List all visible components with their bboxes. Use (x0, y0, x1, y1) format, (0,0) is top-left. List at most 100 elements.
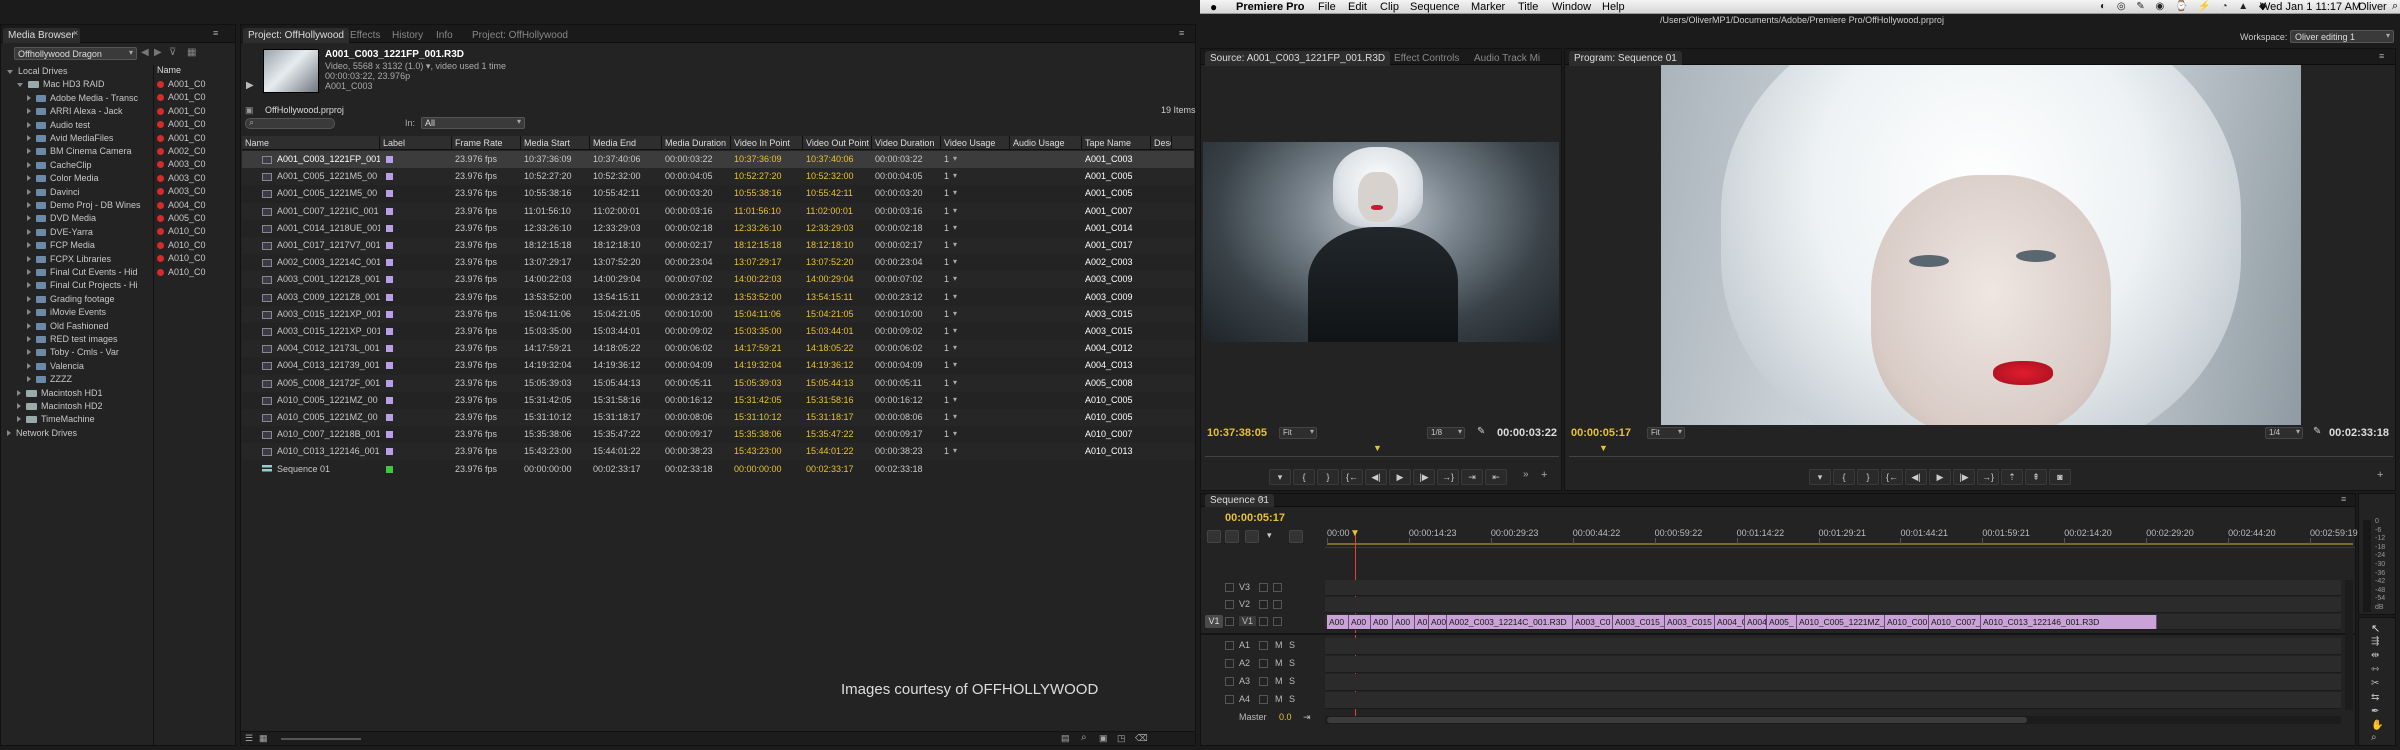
chevron-down-icon[interactable]: ▾ (953, 326, 957, 335)
column-header[interactable]: Video Out Point (803, 136, 872, 150)
new-bin-icon[interactable]: ▣ (1099, 733, 1108, 744)
panel-menu-icon[interactable]: ≡ (1179, 28, 1184, 38)
label-color-swatch[interactable] (386, 242, 393, 249)
track-label-a3[interactable]: A3 (1239, 676, 1250, 686)
sync-lock-icon[interactable] (1225, 695, 1234, 704)
sync-lock-icon[interactable] (1225, 617, 1234, 626)
tree-item[interactable]: FCP Media (27, 239, 95, 252)
mark-in-button[interactable]: { (1833, 469, 1855, 485)
clip-thumbnail[interactable]: ▶ (246, 49, 319, 93)
workspace-select[interactable]: Oliver editing 1 ▾ (2290, 30, 2394, 43)
column-header[interactable]: Media Duration (662, 136, 731, 150)
linked-selection-icon[interactable] (1245, 530, 1259, 543)
solo-button[interactable]: S (1289, 658, 1295, 668)
disclosure-triangle-icon[interactable] (17, 83, 23, 88)
program-fit-select[interactable]: Fit ▾ (1647, 427, 1685, 439)
track-label-v2[interactable]: V2 (1239, 599, 1250, 609)
menu-marker[interactable]: Marker (1471, 1, 1505, 13)
timeline-clip[interactable]: A010_C005_1221MZ_ (1797, 615, 1885, 629)
add-marker-button[interactable]: ▾ (1809, 469, 1831, 485)
file-item[interactable]: A003_C0 (157, 185, 206, 198)
file-item[interactable]: A003_C0 (157, 172, 206, 185)
file-item[interactable]: A001_C0 (157, 132, 206, 145)
lift-button[interactable]: ⇡ (2001, 469, 2023, 485)
rate-stretch-tool-icon[interactable]: ⇿ (2371, 664, 2379, 675)
timeline-clip[interactable]: A003_C0 (1573, 615, 1613, 629)
disclosure-triangle-icon[interactable] (27, 161, 31, 168)
label-color-swatch[interactable] (386, 362, 393, 370)
tree-item[interactable]: Adobe Media - Transc (27, 92, 138, 105)
sync-lock-icon[interactable] (1225, 677, 1234, 686)
zoom-slider[interactable] (281, 738, 361, 740)
file-item[interactable]: A010_C0 (157, 225, 206, 238)
table-row[interactable]: A001_C017_1217V7_001 23.976 fps 18:12:15:1… (242, 237, 1194, 254)
lane-v2[interactable] (1325, 597, 2341, 613)
source-time-ruler[interactable]: ▼ (1205, 443, 1559, 457)
table-row[interactable]: A004_C012_12173L_001 23.976 fps 14:17:59:2… (242, 340, 1194, 358)
chevron-down-icon[interactable]: ▾ (953, 412, 957, 421)
table-row[interactable]: A010_C005_1221MZ_00 23.976 fps 15:31:10:12… (242, 409, 1194, 426)
settings-wrench-icon[interactable]: ✎ (1477, 426, 1485, 437)
tree-item[interactable]: Mac HD3 RAID (17, 78, 105, 91)
eye-icon[interactable] (1273, 617, 1282, 626)
timeline-clip[interactable]: A00 (1393, 615, 1415, 629)
step-forward-button[interactable]: |▶ (1953, 469, 1975, 485)
mark-out-button[interactable]: } (1857, 469, 1879, 485)
menu-sequence[interactable]: Sequence (1410, 1, 1460, 13)
mute-button[interactable]: M (1275, 676, 1283, 686)
app-menu[interactable]: Premiere Pro (1236, 1, 1304, 13)
search-icon[interactable]: ⌕ (2392, 0, 2398, 13)
go-to-out-button[interactable]: →} (1437, 469, 1459, 485)
label-color-swatch[interactable] (386, 448, 393, 456)
settings-wrench-icon[interactable]: ✎ (2313, 426, 2321, 437)
table-row[interactable]: A010_C005_1221MZ_00 23.976 fps 15:31:42:05… (242, 391, 1194, 409)
chevron-down-icon[interactable]: ▾ (953, 292, 957, 301)
eye-icon[interactable] (1273, 600, 1282, 609)
tree-item[interactable]: Final Cut Events - Hid (27, 266, 138, 279)
program-timecode[interactable]: 00:00:05:17 (1571, 427, 1631, 439)
disclosure-triangle-icon[interactable] (27, 135, 31, 141)
disclosure-triangle-icon[interactable] (27, 228, 31, 235)
apple-icon[interactable]: ● (1210, 0, 1217, 14)
timeline-clip[interactable]: A010_C00 (1885, 615, 1929, 629)
file-item[interactable]: A001_C0 (157, 105, 206, 118)
list-view-icon[interactable]: ☰ (245, 733, 253, 744)
tree-item[interactable]: CacheClip (27, 159, 92, 172)
tree-item[interactable]: Avid MediaFiles (27, 132, 113, 145)
timeline-clip[interactable]: A005_ (1767, 615, 1797, 629)
source-ratio-select[interactable]: 1/8 ▾ (1427, 427, 1465, 439)
timeline-clip[interactable]: A004 (1745, 615, 1767, 629)
chevron-down-icon[interactable]: ▾ (953, 223, 957, 232)
tree-item[interactable]: BM Cinema Camera (27, 145, 132, 158)
label-color-swatch[interactable] (386, 276, 393, 284)
timeline-scrollbar[interactable] (1325, 716, 2341, 724)
step-back-button[interactable]: ◀| (1365, 469, 1387, 485)
tree-item[interactable]: Old Fashioned (27, 320, 109, 333)
mute-button[interactable]: M (1275, 658, 1283, 668)
chevron-down-icon[interactable]: ▾ (953, 429, 957, 438)
disclosure-triangle-icon[interactable] (27, 188, 31, 195)
ripple-edit-tool-icon[interactable]: ⇹ (2371, 650, 2379, 661)
disclosure-triangle-icon[interactable] (27, 362, 31, 369)
tree-item[interactable]: Demo Proj - DB Wines (27, 199, 141, 212)
chevron-down-icon[interactable]: ▾ (953, 446, 957, 455)
program-time-ruler[interactable]: ▼ (1569, 443, 2393, 457)
chevron-down-icon[interactable]: ▾ (953, 188, 957, 197)
label-color-swatch[interactable] (386, 224, 393, 232)
file-item[interactable]: A003_C0 (157, 158, 206, 171)
tree-item[interactable]: Toby - Cmls - Var (27, 346, 119, 359)
close-icon[interactable]: × (73, 28, 78, 38)
menubar-clock[interactable]: Wed Jan 1 11:17 AM (2260, 1, 2361, 13)
mute-button[interactable]: M (1275, 640, 1283, 650)
tab-source[interactable]: Source: A001_C003_1221FP_001.R3D (1205, 51, 1391, 66)
back-arrow-icon[interactable]: ◀ (141, 47, 149, 58)
disclosure-triangle-icon[interactable] (17, 416, 21, 423)
track-label-a4[interactable]: A4 (1239, 694, 1250, 704)
timeline-clip[interactable]: A0 (1415, 615, 1429, 629)
selection-tool-icon[interactable]: ↖ (2371, 622, 2380, 635)
menu-clip[interactable]: Clip (1380, 1, 1399, 13)
program-ratio-select[interactable]: 1/4 ▾ (2265, 427, 2303, 439)
column-header[interactable]: Label (380, 136, 452, 150)
file-item[interactable]: A010_C0 (157, 252, 206, 265)
solo-button[interactable]: S (1289, 694, 1295, 704)
